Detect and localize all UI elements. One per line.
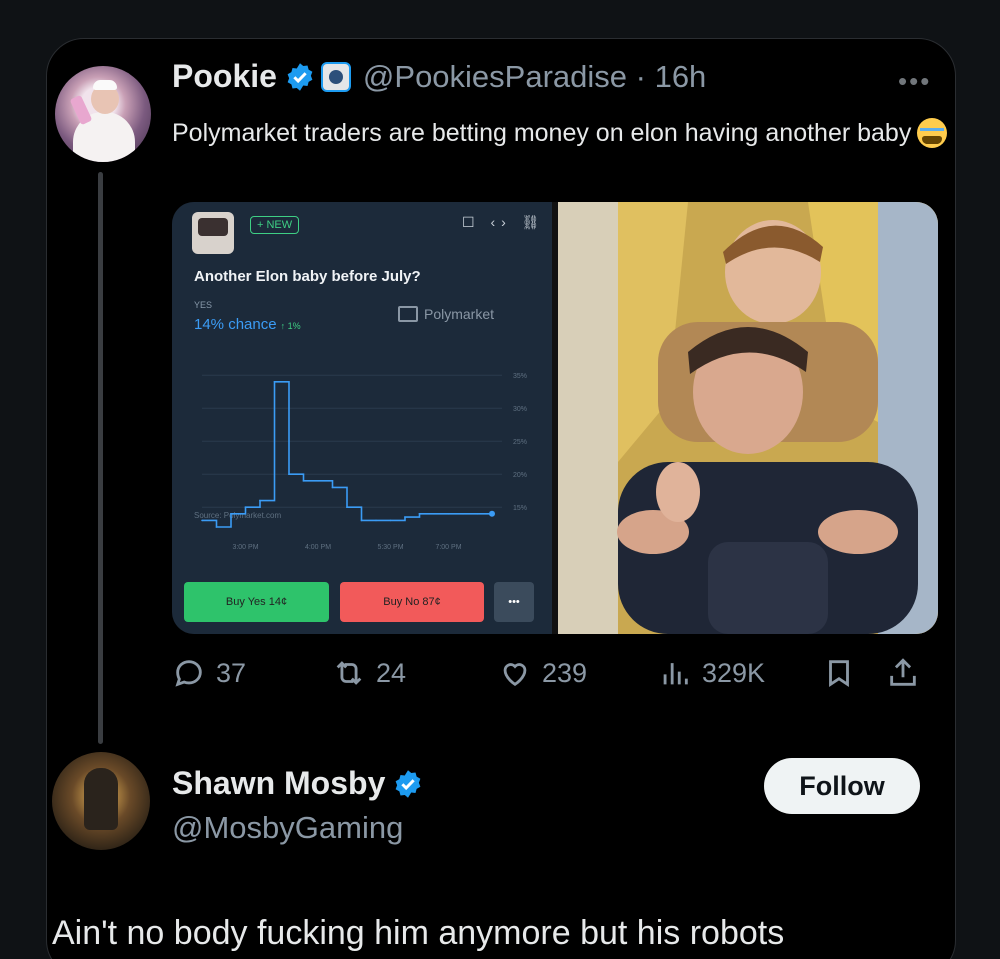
photo-elon-with-child <box>558 202 938 634</box>
polymarket-logo: Polymarket <box>398 306 494 322</box>
series-line-yes <box>202 381 492 528</box>
new-badge: + NEW <box>250 216 300 234</box>
x-tick-label: 3:00 PM <box>232 544 258 551</box>
tweet-actions: 37 24 239 329K <box>172 656 940 696</box>
data-point <box>317 480 319 482</box>
chance-value: 14% chance ↑ 1% <box>194 316 301 333</box>
data-point <box>201 519 203 522</box>
verified-badge-icon <box>395 769 421 798</box>
reply-header: Shawn Mosby <box>172 765 423 802</box>
y-tick-label: 30% <box>513 406 527 413</box>
affiliate-badge-icon <box>320 61 351 92</box>
reply-text: Ain't no body fucking him anymore but hi… <box>52 914 785 952</box>
tweet-text: Polymarket traders are betting money on … <box>172 118 948 148</box>
probability-chart: 35% 30% 25% 20% 15% 3:00 PM 4:00 PM 5:30 PM 7:00… <box>194 373 527 551</box>
buy-yes-button: Buy Yes 14¢ <box>184 582 329 622</box>
reply-avatar[interactable] <box>52 752 150 850</box>
polymarket-screenshot: + NEW ☐ ‹› ⛓ Another Elon baby before Ju… <box>172 202 552 634</box>
y-tick-label: 15% <box>513 505 527 512</box>
chart-source: Source: Polymarket.com <box>194 511 281 520</box>
current-value-dot <box>489 510 495 517</box>
data-point <box>273 381 276 383</box>
tweet-body: Polymarket traders are betting money on … <box>172 118 912 147</box>
reply-author-name[interactable]: Shawn Mosby <box>172 765 385 802</box>
data-point <box>215 526 218 528</box>
data-point <box>346 506 348 508</box>
y-tick-label: 20% <box>513 472 527 479</box>
data-point <box>259 499 261 502</box>
chance-text: 14% chance <box>194 316 277 333</box>
thread-line <box>98 172 103 744</box>
tweet-header: Pookie @PookiesParadise · 16h <box>172 58 706 95</box>
view-count: 329K <box>702 657 766 688</box>
market-thumbnail <box>192 212 234 254</box>
follow-button[interactable]: Follow <box>764 758 920 814</box>
reply-icon <box>175 660 202 687</box>
data-point <box>302 480 305 482</box>
bookmark-action[interactable] <box>822 656 866 690</box>
tweet-media[interactable]: + NEW ☐ ‹› ⛓ Another Elon baby before Ju… <box>172 202 938 634</box>
more-options-icon[interactable]: ••• <box>898 66 931 97</box>
views-action[interactable]: 329K <box>658 656 765 690</box>
reply-author-handle[interactable]: @MosbyGaming <box>172 810 403 846</box>
reply-count: 37 <box>216 657 247 688</box>
data-point <box>331 486 334 489</box>
data-point <box>418 513 421 515</box>
x-tick-label: 4:00 PM <box>305 544 331 551</box>
buy-no-button: Buy No 87¢ <box>340 582 484 622</box>
author-name[interactable]: Pookie <box>172 58 277 95</box>
bookmark-embed-link-icons: ☐ ‹› ⛓ <box>462 214 546 230</box>
repost-icon <box>336 661 362 685</box>
heart-icon <box>503 663 527 687</box>
verified-badge-icon <box>287 62 313 91</box>
data-point <box>230 513 232 515</box>
data-point <box>244 506 247 508</box>
like-action[interactable]: 239 <box>498 656 587 690</box>
polymarket-brand: Polymarket <box>424 306 495 322</box>
y-tick-label: 35% <box>513 373 527 380</box>
views-chart-icon <box>663 663 688 685</box>
data-point <box>404 516 406 518</box>
data-point <box>288 473 290 475</box>
polymarket-logo-icon <box>398 306 418 322</box>
x-tick-label: 5:30 PM <box>377 544 403 551</box>
data-point <box>389 519 392 522</box>
market-title: Another Elon baby before July? <box>194 268 421 285</box>
y-tick-label: 25% <box>513 439 527 446</box>
more-button: ••• <box>494 582 534 622</box>
chance-delta: ↑ 1% <box>280 321 301 331</box>
repost-count: 24 <box>376 657 407 688</box>
data-point <box>462 513 464 515</box>
data-point <box>360 519 363 522</box>
data-point <box>433 513 435 515</box>
data-point <box>476 513 479 515</box>
repost-action[interactable]: 24 <box>332 656 406 690</box>
like-count: 239 <box>542 657 588 688</box>
share-action[interactable] <box>886 656 930 690</box>
reply-action[interactable]: 37 <box>172 656 246 690</box>
data-point <box>375 519 377 522</box>
share-icon <box>890 658 916 686</box>
x-tick-label: 7:00 PM <box>435 544 461 551</box>
data-point <box>447 513 450 515</box>
loudly-crying-face-icon <box>917 118 948 148</box>
avatar[interactable] <box>55 66 151 162</box>
bookmark-icon <box>829 660 849 687</box>
author-handle-time[interactable]: @PookiesParadise · 16h <box>363 59 706 95</box>
outcome-label: YES <box>194 300 213 310</box>
